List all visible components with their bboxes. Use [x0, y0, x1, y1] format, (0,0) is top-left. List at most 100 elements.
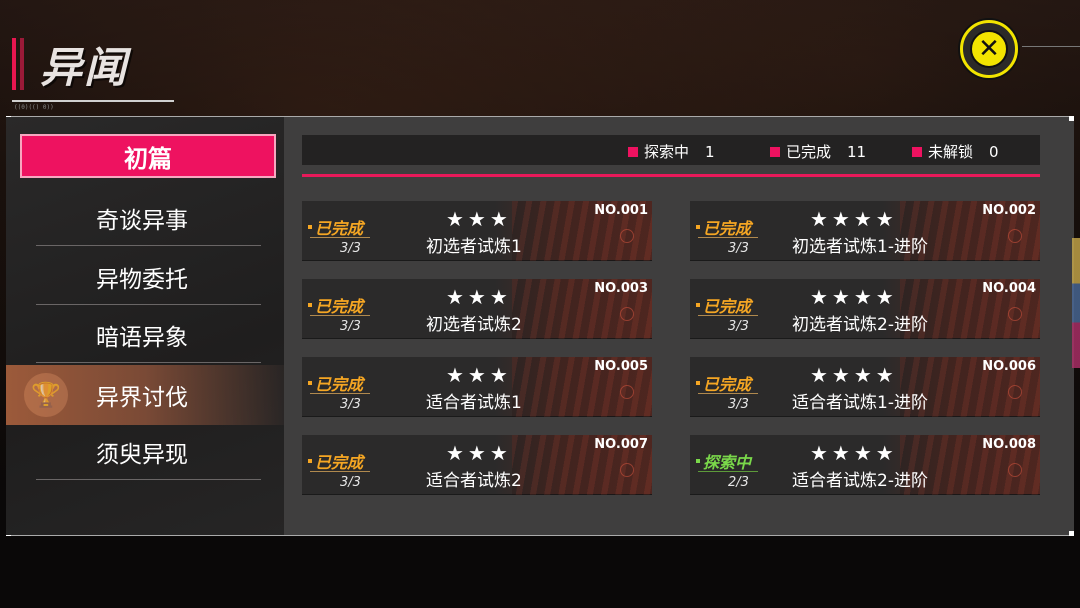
card-number: NO.006 — [982, 359, 1036, 374]
card-progress: 3/3 — [340, 241, 361, 256]
status-locked: 未解锁 0 — [912, 141, 999, 162]
card-status-underline — [310, 237, 370, 238]
card-status-label: 已完成 — [315, 453, 364, 472]
side-edge-strip — [1072, 238, 1080, 368]
card-status: 已完成 — [696, 293, 751, 317]
status-bar: 探索中 1 已完成 11 未解锁 0 — [302, 135, 1040, 165]
sidebar-item-label: 须臾异现 — [96, 441, 188, 468]
status-divider — [302, 174, 1040, 177]
card-number: NO.003 — [594, 281, 648, 296]
card-status: 已完成 — [696, 371, 751, 395]
status-square-icon — [770, 146, 780, 157]
status-dot-icon — [308, 303, 312, 307]
status-dot-icon — [308, 225, 312, 229]
card-stars: ★★★★ — [810, 441, 898, 465]
card-status-label: 已完成 — [703, 297, 752, 316]
card-status: 已完成 — [308, 215, 363, 239]
close-icon: ✕ — [970, 30, 1008, 68]
card-title: 初选者试炼1-进阶 — [792, 237, 928, 257]
status-dot-icon — [308, 459, 312, 463]
status-dot-icon — [696, 225, 700, 229]
card-status-label: 已完成 — [703, 219, 752, 238]
card-stars: ★★★★ — [810, 207, 898, 231]
card-status: 已完成 — [308, 293, 363, 317]
panel-corner — [1069, 531, 1074, 536]
card-status: 已完成 — [696, 215, 751, 239]
card-emblem-icon — [1008, 463, 1022, 477]
card-number: NO.008 — [982, 437, 1036, 452]
card-stars: ★★★ — [446, 207, 512, 231]
card-stars: ★★★★ — [810, 363, 898, 387]
status-dot-icon — [308, 381, 312, 385]
card-progress: 2/3 — [728, 475, 749, 490]
sidebar-item-anyu[interactable]: 暗语异象 — [36, 307, 261, 363]
card-emblem-icon — [620, 385, 634, 399]
card-title: 适合者试炼2 — [426, 471, 522, 491]
status-label: 未解锁 — [928, 143, 974, 161]
sidebar-item-label: 奇谈异事 — [96, 207, 188, 234]
card-status-underline — [310, 393, 370, 394]
card-number: NO.004 — [982, 281, 1036, 296]
trophy-icon: 🏆 — [24, 373, 68, 417]
card-stars: ★★★ — [446, 363, 512, 387]
sidebar-item-label: 异物委托 — [96, 266, 188, 293]
card-title: 适合者试炼1-进阶 — [792, 393, 928, 413]
card-emblem-icon — [1008, 307, 1022, 321]
card-status-underline — [310, 471, 370, 472]
card-status-underline — [698, 237, 758, 238]
card-status-underline — [310, 315, 370, 316]
card-title: 初选者试炼2 — [426, 315, 522, 335]
card-progress: 3/3 — [340, 397, 361, 412]
card-status-label: 已完成 — [315, 375, 364, 394]
title-accent-bar-secondary — [20, 38, 24, 90]
mission-card[interactable]: 已完成 3/3 ★★★ 初选者试炼2 NO.003 — [302, 279, 652, 339]
card-emblem-icon — [620, 463, 634, 477]
sidebar-item-yijie[interactable]: 🏆 异界讨伐 — [6, 365, 284, 425]
mission-card[interactable]: 已完成 3/3 ★★★ 适合者试炼2 NO.007 — [302, 435, 652, 495]
card-emblem-icon — [1008, 385, 1022, 399]
page-title: 异闻 — [40, 43, 129, 92]
close-divider — [1022, 46, 1080, 47]
sidebar-item-label: 异界讨伐 — [96, 385, 188, 411]
card-stars: ★★★★ — [810, 285, 898, 309]
card-title: 初选者试炼2-进阶 — [792, 315, 928, 335]
sidebar-item-label: 暗语异象 — [96, 324, 188, 351]
card-title: 适合者试炼2-进阶 — [792, 471, 928, 491]
card-progress: 3/3 — [728, 319, 749, 334]
card-status-underline — [698, 315, 758, 316]
status-count: 1 — [705, 142, 715, 161]
sidebar-item-xuyu[interactable]: 须臾异现 — [36, 424, 261, 480]
mission-card[interactable]: 已完成 3/3 ★★★ 适合者试炼1 NO.005 — [302, 357, 652, 417]
card-status-label: 已完成 — [315, 219, 364, 238]
close-button[interactable]: ✕ — [960, 20, 1018, 78]
card-emblem-icon — [1008, 229, 1022, 243]
card-progress: 3/3 — [340, 475, 361, 490]
card-progress: 3/3 — [728, 397, 749, 412]
mission-card[interactable]: 已完成 3/3 ★★★★ 初选者试炼1-进阶 NO.002 — [690, 201, 1040, 261]
card-status-underline — [698, 471, 758, 472]
title-accent-bar — [12, 38, 16, 90]
status-count: 0 — [989, 142, 999, 161]
mission-card[interactable]: 已完成 3/3 ★★★★ 初选者试炼2-进阶 NO.004 — [690, 279, 1040, 339]
card-number: NO.001 — [594, 203, 648, 218]
card-status-label: 探索中 — [703, 453, 752, 472]
title-subtext: ((0)(() 0)) — [14, 104, 54, 111]
card-progress: 3/3 — [728, 241, 749, 256]
status-label: 探索中 — [644, 143, 690, 161]
mission-card[interactable]: 已完成 3/3 ★★★★ 适合者试炼1-进阶 NO.006 — [690, 357, 1040, 417]
card-status: 已完成 — [308, 449, 363, 473]
category-tab-chupian[interactable]: 初篇 — [20, 134, 276, 178]
status-count: 11 — [847, 142, 867, 161]
card-status-label: 已完成 — [703, 375, 752, 394]
status-square-icon — [912, 146, 922, 157]
card-status-label: 已完成 — [315, 297, 364, 316]
mission-card[interactable]: 已完成 3/3 ★★★ 初选者试炼1 NO.001 — [302, 201, 652, 261]
card-stars: ★★★ — [446, 285, 512, 309]
card-title: 初选者试炼1 — [426, 237, 522, 257]
status-done: 已完成 11 — [770, 141, 866, 162]
mission-card[interactable]: 探索中 2/3 ★★★★ 适合者试炼2-进阶 NO.008 — [690, 435, 1040, 495]
sidebar-item-yiwu[interactable]: 异物委托 — [36, 249, 261, 305]
sidebar-item-qitan[interactable]: 奇谈异事 — [36, 190, 261, 246]
status-dot-icon — [696, 459, 700, 463]
card-number: NO.005 — [594, 359, 648, 374]
